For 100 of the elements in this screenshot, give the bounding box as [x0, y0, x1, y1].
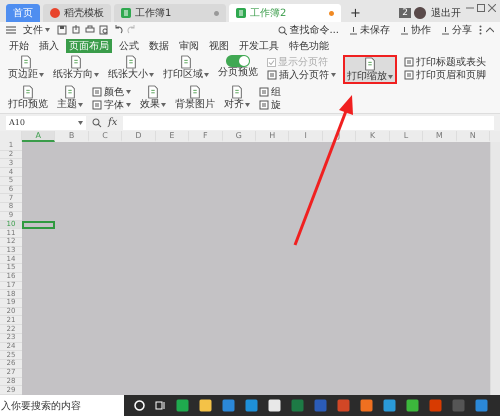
document-icon — [259, 87, 269, 97]
new-tab-button[interactable]: + — [344, 4, 367, 22]
column-header[interactable]: A — [22, 131, 56, 142]
scrollbar[interactable] — [490, 142, 500, 395]
action-button[interactable]: 协作 — [397, 23, 434, 37]
ribbon-tab[interactable]: 插入 — [36, 39, 62, 53]
ribbon-button[interactable]: 纸张大小 — [106, 55, 156, 80]
caret-icon — [45, 28, 50, 32]
ribbon-button[interactable]: 打印区域 — [161, 55, 211, 80]
save-icon — [57, 25, 67, 35]
ribbon-button[interactable]: 背景图片 — [173, 85, 217, 110]
print-icon — [85, 25, 95, 35]
maximize-icon — [477, 4, 485, 12]
more-icon — [479, 25, 482, 35]
ribbon-button[interactable]: 纸张方向 — [51, 55, 101, 80]
check-icon — [268, 58, 275, 66]
caret-icon — [39, 72, 44, 76]
ribbon-button[interactable]: 效果 — [138, 85, 168, 110]
document-icon — [189, 85, 201, 99]
ribbon-button[interactable]: 插入分页符 — [265, 69, 338, 81]
ribbon-button[interactable]: 组 — [257, 86, 283, 98]
menu-icon — [6, 26, 16, 34]
action-button[interactable]: 未保存 — [346, 23, 393, 37]
ribbon-tab[interactable]: 页面布局 — [66, 39, 112, 53]
document-icon — [92, 87, 102, 97]
name-box[interactable]: A10 — [6, 116, 86, 130]
ribbon-tab[interactable]: 开发工具 — [236, 39, 282, 53]
user-button[interactable]: 退出开 — [429, 6, 463, 20]
app-icon — [406, 399, 419, 412]
search-icon — [278, 26, 288, 34]
ribbon-button[interactable]: 主题 — [55, 85, 85, 110]
app-icon — [475, 399, 488, 412]
document-icon — [231, 85, 243, 99]
spreadsheet-icon — [236, 8, 246, 18]
app-icon — [199, 399, 212, 412]
ribbon-button[interactable]: 打印标题或表头 — [402, 56, 488, 68]
search-field[interactable]: 入你要搜索的内容 — [0, 395, 124, 416]
app-icon — [337, 399, 350, 412]
caret-icon — [94, 72, 99, 76]
close-icon — [488, 4, 496, 12]
search-command-field[interactable]: 查找命令... — [275, 23, 342, 37]
caret-icon — [78, 120, 83, 124]
app-icon — [291, 399, 304, 412]
ribbon-button[interactable]: 页边距 — [6, 55, 46, 80]
ribbon-tab[interactable]: 数据 — [146, 39, 172, 53]
document-icon — [259, 100, 269, 110]
tab[interactable]: 工作簿2 — [229, 4, 341, 22]
export-icon — [71, 25, 81, 35]
document-icon — [147, 85, 159, 99]
ribbon-button[interactable]: 打印缩放 — [345, 57, 395, 82]
ribbon-button[interactable]: 对齐 — [222, 85, 252, 110]
caret-icon — [388, 74, 393, 78]
ribbon-button[interactable]: 打印预览 — [6, 85, 50, 110]
task-view-icon — [155, 400, 166, 411]
action-icon — [349, 26, 358, 34]
app-icon — [383, 399, 396, 412]
ribbon-tab[interactable]: 特色功能 — [286, 39, 332, 53]
caret-icon — [149, 72, 154, 76]
selected-cell[interactable] — [22, 220, 56, 230]
document-icon — [92, 100, 102, 110]
circle-icon — [134, 400, 145, 411]
app-icon — [176, 399, 189, 412]
document-icon — [404, 57, 414, 67]
caret-icon — [126, 103, 131, 107]
document-icon — [64, 85, 76, 99]
spreadsheet-icon — [121, 8, 131, 18]
app-icon — [360, 399, 373, 412]
ribbon-tab[interactable]: 公式 — [116, 39, 142, 53]
ribbon-tab[interactable]: 开始 — [6, 39, 32, 53]
action-button[interactable]: 分享 — [438, 23, 475, 37]
minimize-icon — [466, 7, 474, 9]
document-icon — [404, 70, 414, 80]
file-menu[interactable]: 文件 — [20, 23, 53, 37]
action-icon — [400, 26, 409, 34]
avatar[interactable] — [414, 7, 426, 19]
undo-icon — [113, 25, 123, 35]
toggle-button[interactable]: 分页预览 — [216, 55, 260, 78]
caret-icon — [331, 73, 336, 77]
tab[interactable]: 工作簿1 — [114, 4, 226, 22]
app-icon — [245, 399, 258, 412]
document-icon — [267, 70, 277, 80]
caret-icon — [126, 90, 131, 94]
app-icon — [268, 399, 281, 412]
formula-input[interactable] — [123, 116, 494, 130]
ribbon-button[interactable]: 字体 — [90, 99, 133, 111]
ribbon-tab[interactable]: 审阅 — [176, 39, 202, 53]
tab[interactable]: 首页 — [6, 4, 40, 22]
document-icon — [364, 57, 376, 71]
caret-icon — [78, 102, 83, 106]
tab[interactable]: 稻壳模板 — [43, 4, 111, 22]
ribbon-button[interactable]: 旋 — [257, 99, 283, 111]
ribbon-button[interactable]: 打印页眉和页脚 — [402, 69, 488, 81]
action-icon — [441, 26, 450, 34]
app-icon — [314, 399, 327, 412]
caret-icon — [204, 72, 209, 76]
zoom-icon — [92, 118, 102, 128]
function-label: fx — [108, 117, 118, 128]
ribbon-tab[interactable]: 视图 — [206, 39, 232, 53]
ribbon-button[interactable]: 颜色 — [90, 86, 133, 98]
app-icon — [222, 399, 235, 412]
